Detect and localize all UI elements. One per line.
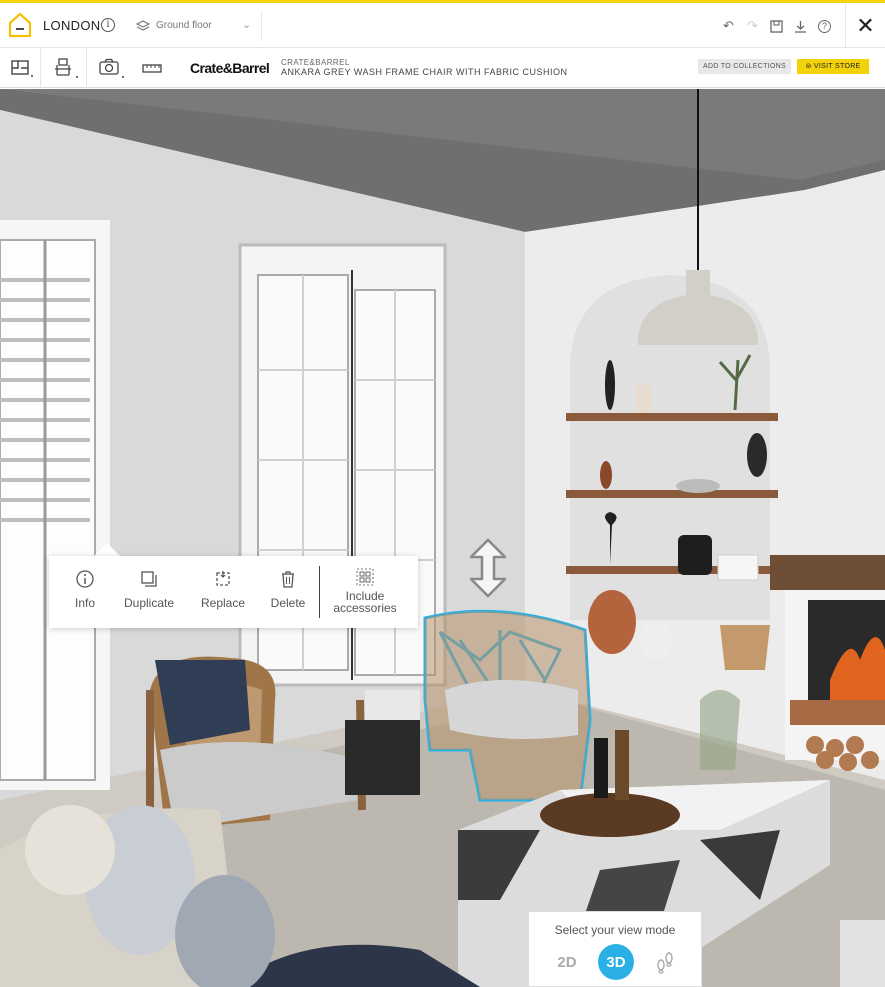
view-walk-button[interactable] (647, 944, 683, 980)
replace-label: Replace (200, 596, 246, 610)
replace-button[interactable]: Replace (195, 568, 251, 610)
app-header: LONDON i Ground floor ⌄ ↶ ↷ ? ✕ (0, 3, 885, 48)
chevron-down-icon: ⌄ (242, 19, 252, 31)
view-2d-button[interactable]: 2D (549, 944, 585, 980)
view-mode-panel: Select your view mode 2D 3D (528, 911, 702, 987)
trash-icon (282, 571, 294, 588)
product-name: ANKARA GREY WASH FRAME CHAIR WITH FABRIC… (281, 67, 568, 77)
duplicate-label: Duplicate (123, 596, 175, 610)
duplicate-button[interactable]: Duplicate (117, 568, 181, 610)
add-to-collections-button[interactable]: ADD TO COLLECTIONS (698, 59, 791, 74)
undo-icon[interactable]: ↶ (720, 18, 737, 35)
brand-logo[interactable]: Crate&Barrel (190, 60, 270, 76)
project-title: LONDON (43, 18, 101, 33)
store-icon: ⊜ (805, 63, 814, 70)
measure-tool-button[interactable] (138, 48, 166, 88)
visit-store-button[interactable]: ⊜ VISIT STORE (797, 59, 869, 74)
help-icon: ? (818, 19, 831, 33)
floor-selector[interactable]: Ground floor ⌄ (130, 11, 262, 41)
close-icon: ✕ (856, 12, 875, 38)
duplicate-icon (141, 571, 157, 587)
context-menu: Info Duplicate Replace Delete Include ac… (49, 556, 418, 628)
include-accessories-label: Include accessories (329, 590, 401, 614)
footprints-icon (657, 952, 673, 974)
view-3d-button[interactable]: 3D (598, 944, 634, 980)
delete-label: Delete (270, 596, 306, 610)
camera-tool-button[interactable] (92, 48, 130, 88)
context-menu-pointer (94, 543, 120, 556)
floor-label: Ground floor (156, 20, 212, 31)
camera-icon (99, 58, 124, 78)
ruler-icon (142, 64, 162, 73)
replace-icon (216, 571, 230, 586)
vertical-move-icon[interactable] (461, 537, 515, 599)
room-render (0, 89, 885, 987)
visit-store-label: VISIT STORE (813, 63, 861, 70)
project-info-icon[interactable]: i (101, 18, 115, 32)
home-logo-icon[interactable] (8, 12, 32, 38)
product-brand: CRATE&BARREL (281, 58, 350, 67)
include-accessories-button[interactable]: Include accessories (329, 566, 401, 614)
top-actions: ↶ ↷ ? (720, 16, 833, 36)
layers-icon (136, 20, 150, 31)
help-button[interactable]: ? (816, 18, 833, 35)
toolbar: Crate&Barrel CRATE&BARREL ANKARA GREY WA… (0, 48, 885, 88)
view-mode-title: Select your view mode (554, 923, 676, 937)
accessories-icon (356, 568, 374, 586)
save-icon[interactable] (768, 18, 785, 35)
3d-viewport[interactable] (0, 89, 885, 987)
include-accessories-line2: accessories (333, 601, 397, 615)
floorplan-icon (11, 60, 33, 77)
furniture-tool-button[interactable] (46, 48, 84, 88)
redo-icon[interactable]: ↷ (744, 18, 761, 35)
info-icon (76, 570, 94, 588)
info-button[interactable]: Info (67, 568, 103, 610)
download-icon[interactable] (792, 18, 809, 35)
floorplan-tool-button[interactable] (4, 48, 38, 88)
context-menu-divider (319, 566, 320, 618)
close-button[interactable]: ✕ (845, 3, 885, 48)
info-label: Info (74, 596, 95, 610)
furniture-icon (55, 58, 78, 78)
delete-button[interactable]: Delete (263, 568, 313, 610)
